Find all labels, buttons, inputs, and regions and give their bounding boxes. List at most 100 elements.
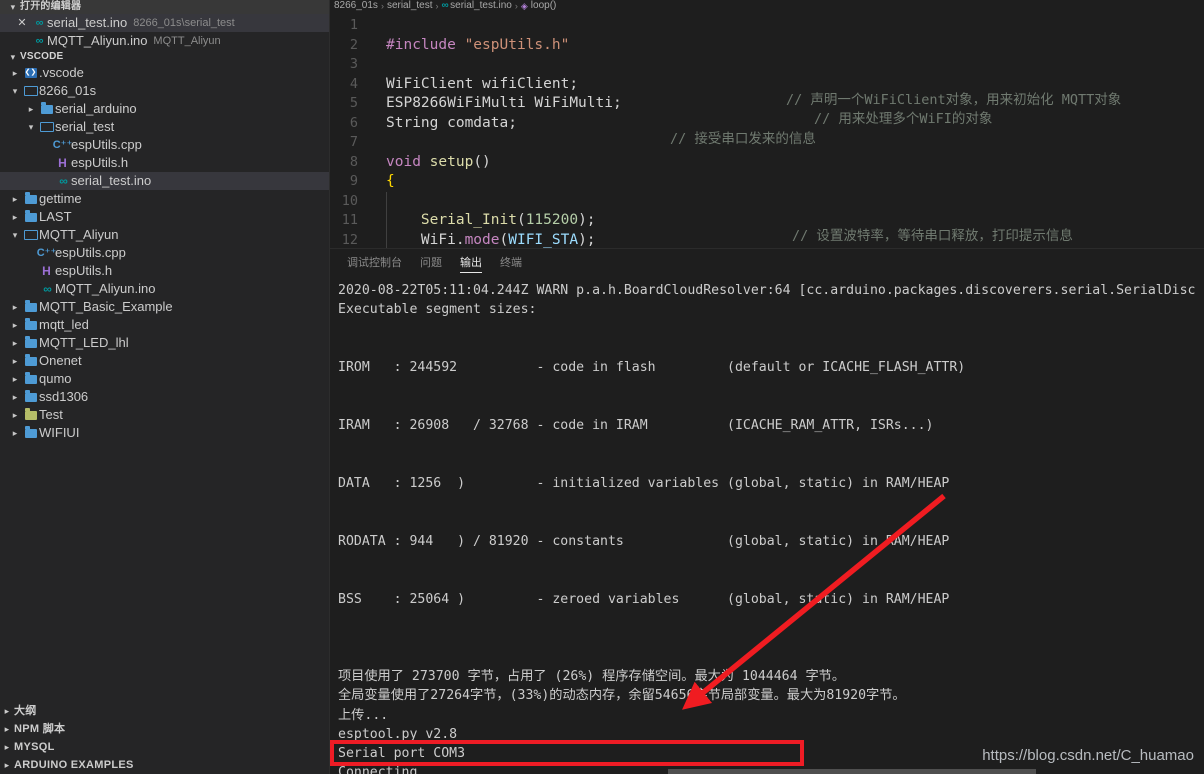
sidebar-section-npm[interactable]: ▸ NPM 脚本 [0,720,330,738]
output-line: 2020-08-22T05:11:04.244Z WARN p.a.h.Boar… [338,283,1196,298]
chevron-down-icon[interactable]: ▾ [8,82,22,100]
sidebar-section-arduino-examples[interactable]: ▸ ARDUINO EXAMPLES [0,756,330,774]
horizontal-scrollbar[interactable] [668,769,1036,774]
tree-item-mqtt-aliyun[interactable]: ▾ MQTT_Aliyun [0,226,330,244]
tree-item-mqtt-led[interactable]: ▸ mqtt_led [0,316,330,334]
code-area[interactable]: 1 2 #include "espUtils.h" 3 4 WiFiClient w… [330,12,1204,248]
tree-item-label: serial_arduino [55,101,137,116]
chevron-right-icon[interactable]: ▸ [8,316,22,334]
folder-icon [24,390,37,402]
output-line: 项目使用了 273700 字节，占用了 (26%) 程序存储空间。最大为 104… [338,668,846,684]
code-text: #include "espUtils.h" [386,36,570,53]
ino-file-icon: ∞ [59,174,67,188]
vscode-window: ▾ 打开的编辑器 ✕ ∞ serial_test.ino 8266_01s\se… [0,0,1204,774]
tree-item-mqtt-aliyun-ino[interactable]: ▸∞MQTT_Aliyun.ino [0,280,330,298]
breadcrumb-item-1[interactable]: serial_test [387,0,433,12]
tree-item-mqtt-basic-example[interactable]: ▸ MQTT_Basic_Example [0,298,330,316]
breadcrumb[interactable]: 8266_01s › serial_test › ∞ serial_test.i… [330,0,1204,12]
output-line: IRAM : 26908 / 32768 - code in IRAM (ICA… [338,418,934,434]
open-editor-item-mqtt-aliyun[interactable]: ∞ MQTT_Aliyun.ino MQTT_Aliyun [0,32,330,50]
tree-item--vscode[interactable]: ▸ ❮❯ .vscode [0,64,330,82]
tree-item-serial-test[interactable]: ▾ serial_test [0,118,330,136]
chevron-down-icon[interactable]: ▾ [24,118,38,136]
line-number: 1 [349,17,358,33]
section-label: NPM 脚本 [14,723,66,735]
line-number: 9 [349,173,358,189]
tree-item-label: MQTT_LED_lhl [39,335,129,350]
tab-output[interactable]: 输出 [451,249,491,277]
breadcrumb-item-3[interactable]: loop() [531,0,557,12]
chevron-right-icon[interactable]: ▸ [8,64,22,82]
tab-problems[interactable]: 问题 [411,249,451,277]
breadcrumb-item-2[interactable]: serial_test.ino [450,0,512,12]
tree-item-esputils-h[interactable]: ▸HespUtils.h [0,262,330,280]
chevron-right-icon[interactable]: ▸ [8,190,22,208]
folder-icon [24,336,37,348]
chevron-right-icon[interactable]: ▸ [8,370,22,388]
tree-item-ssd1306[interactable]: ▸ ssd1306 [0,388,330,406]
cpp-file-icon: C⁺⁺ [36,247,57,259]
tree-item-last[interactable]: ▸ LAST [0,208,330,226]
tree-item-serial-test-ino[interactable]: ▸∞serial_test.ino [0,172,330,190]
tree-item-onenet[interactable]: ▸ Onenet [0,352,330,370]
chevron-right-icon[interactable]: ▸ [8,388,22,406]
chevron-right-icon[interactable]: ▸ [8,334,22,352]
open-editors-header[interactable]: ▾ 打开的编辑器 [0,0,330,14]
code-text: WiFi.mode(WIFI_STA); [372,230,1204,248]
chevron-down-icon[interactable]: ▾ [8,226,22,244]
folder-icon [24,426,37,438]
tree-item-serial-arduino[interactable]: ▸ serial_arduino [0,100,330,118]
tree-item-label: LAST [39,209,72,224]
chevron-right-icon[interactable]: ▸ [24,100,38,118]
file-tree: ▸ ❮❯ .vscode ▾ 8266_01s ▸ serial_arduino ▾ seria… [0,64,330,442]
tree-item-gettime[interactable]: ▸ gettime [0,190,330,208]
tree-item-label: serial_test [55,119,115,134]
tree-item-qumo[interactable]: ▸ qumo [0,370,330,388]
code-line: 1 [330,16,1204,36]
folder-icon [24,372,37,384]
cpp-file-icon: C⁺⁺ [52,139,73,151]
tree-item-wifiui[interactable]: ▸ WIFIUI [0,424,330,442]
tree-item-8266-01s[interactable]: ▾ 8266_01s [0,82,330,100]
breadcrumb-item-0[interactable]: 8266_01s [334,0,378,12]
tree-item-esputils-cpp[interactable]: ▸C⁺⁺espUtils.cpp [0,244,330,262]
chevron-right-icon[interactable]: ▸ [8,424,22,442]
tree-item-label: .vscode [39,65,84,80]
sidebar-section-mysql[interactable]: ▸ MYSQL [0,738,330,756]
tree-item-esputils-cpp[interactable]: ▸C⁺⁺espUtils.cpp [0,136,330,154]
chevron-right-icon[interactable]: ▸ [8,406,22,424]
code-line: 2 #include "espUtils.h" [330,36,1204,56]
folder-icon [40,102,53,114]
chevron-right-icon[interactable]: ▸ [8,352,22,370]
chevron-right-icon[interactable]: ▸ [8,208,22,226]
tree-item-label: WIFIUI [39,425,80,440]
tree-item-label: espUtils.cpp [71,137,142,152]
open-editor-label: MQTT_Aliyun.ino [47,33,148,48]
tree-item-esputils-h[interactable]: ▸HespUtils.h [0,154,330,172]
breadcrumb-separator-icon: › [435,1,439,11]
open-editor-item-serial-test[interactable]: ✕ ∞ serial_test.ino 8266_01s\serial_test [0,14,330,32]
output-console[interactable]: 2020-08-22T05:11:04.244Z WARN p.a.h.Boar… [330,277,1204,774]
code-comment-line11: // 设置波特率，等待串口释放，打印提示信息 [792,228,1073,244]
close-icon[interactable]: ✕ [14,14,30,32]
tree-item-label: Onenet [39,353,82,368]
code-line: 8 void setup() [330,153,1204,173]
line-number: 7 [349,134,358,150]
sidebar-section-outline[interactable]: ▸ 大纲 [0,702,330,720]
tree-item-mqtt-led-lhl[interactable]: ▸ MQTT_LED_lhl [0,334,330,352]
watermark-url: https://blog.csdn.net/C_huamao [982,747,1194,764]
highlight-rectangle [330,740,804,766]
workspace-header[interactable]: ▾ VSCODE [0,50,330,64]
tab-terminal[interactable]: 终端 [491,249,531,277]
chevron-right-icon[interactable]: ▸ [8,298,22,316]
tab-debug-console[interactable]: 调试控制台 [338,249,411,277]
folder-icon [24,300,37,312]
tree-item-test[interactable]: ▸ Test [0,406,330,424]
